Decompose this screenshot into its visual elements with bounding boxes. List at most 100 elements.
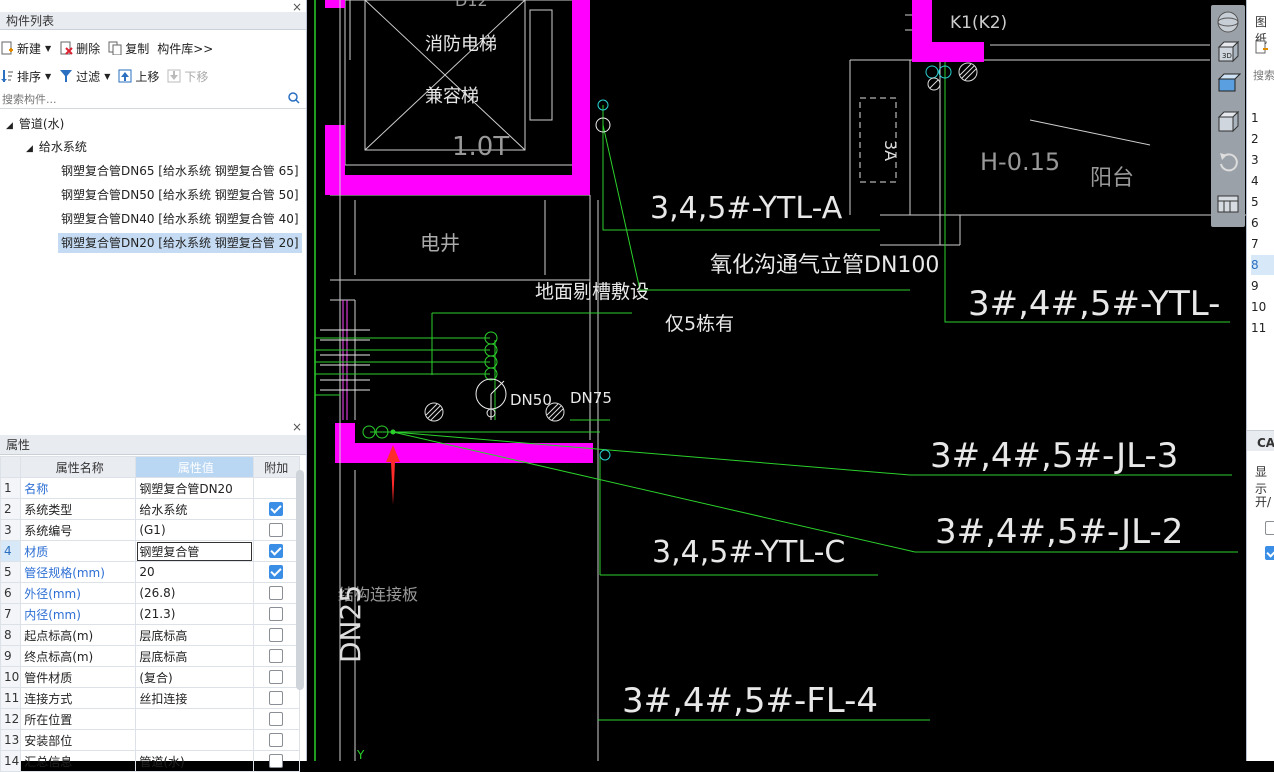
- property-value[interactable]: 层底标高: [135, 645, 254, 667]
- property-value[interactable]: [135, 708, 254, 730]
- add-drawing-icon[interactable]: [1255, 40, 1269, 57]
- extra-checkbox[interactable]: [269, 691, 284, 706]
- delete-button[interactable]: 删除: [59, 40, 100, 57]
- view-top-icon[interactable]: [1215, 71, 1242, 97]
- tree-expand-icon[interactable]: ◢: [26, 144, 33, 154]
- property-value[interactable]: (G1): [135, 519, 254, 541]
- search-icon[interactable]: [288, 91, 300, 108]
- extra-checkbox[interactable]: [269, 523, 284, 538]
- extra-checkbox[interactable]: [269, 502, 284, 517]
- table-row[interactable]: 12 所在位置: [0, 708, 300, 730]
- row-number: 5: [0, 561, 22, 583]
- new-button[interactable]: 新建 ▼: [0, 40, 51, 57]
- drawing-row[interactable]: 11: [1251, 318, 1274, 338]
- orbit-sphere-icon[interactable]: [1215, 9, 1241, 35]
- drawing-row[interactable]: 2: [1251, 129, 1274, 149]
- label-k1: K1(K2): [950, 13, 1007, 33]
- extra-cell: [252, 645, 300, 667]
- table-row[interactable]: 11 连接方式 丝扣连接: [0, 687, 300, 709]
- extra-checkbox[interactable]: [269, 586, 284, 601]
- property-value[interactable]: 层底标高: [135, 624, 254, 646]
- delete-label: 删除: [76, 41, 101, 56]
- property-value[interactable]: 20: [135, 561, 254, 583]
- extra-checkbox[interactable]: [269, 712, 284, 727]
- drawing-row[interactable]: 10: [1251, 297, 1274, 317]
- table-row[interactable]: 6 外径(mm) (26.8): [0, 582, 300, 604]
- layers-icon[interactable]: [1215, 191, 1241, 217]
- extra-cell: [252, 498, 300, 520]
- extra-checkbox[interactable]: [269, 754, 284, 769]
- extra-checkbox[interactable]: [269, 607, 284, 622]
- property-value[interactable]: 丝扣连接: [135, 687, 254, 709]
- checkbox[interactable]: [1265, 545, 1274, 560]
- tree-node-root[interactable]: ◢ 管道(水): [6, 114, 64, 134]
- row-number: 12: [0, 708, 22, 730]
- drawing-row[interactable]: 1: [1251, 108, 1274, 128]
- close-icon[interactable]: ×: [292, 0, 302, 14]
- drawing-row[interactable]: 4: [1251, 171, 1274, 191]
- copy-button[interactable]: 复制: [108, 40, 149, 57]
- component-toolbar-2: 排序 ▼ 过滤 ▼ 上移 下移: [0, 63, 216, 89]
- table-row[interactable]: 14 汇总信息 管道(水): [0, 750, 300, 772]
- close-icon[interactable]: ×: [292, 420, 302, 434]
- tree-item-selected[interactable]: 钢塑复合管DN20 [给水系统 钢塑复合管 20]: [58, 233, 302, 253]
- property-name: 终点标高(m): [20, 645, 137, 667]
- drawing-row[interactable]: 9: [1251, 276, 1274, 296]
- property-value[interactable]: 管道(水): [135, 750, 254, 772]
- drawing-row[interactable]: 5: [1251, 192, 1274, 212]
- drawing-row[interactable]: 6: [1251, 213, 1274, 233]
- extra-checkbox[interactable]: [269, 565, 284, 580]
- table-row[interactable]: 10 管件材质 (复合): [0, 666, 300, 688]
- label-box-3a: 3A: [881, 140, 900, 161]
- checkbox[interactable]: [1265, 520, 1274, 535]
- property-value[interactable]: 钢塑复合管: [135, 540, 254, 562]
- column-header-value[interactable]: 属性值: [135, 456, 254, 478]
- move-up-button[interactable]: 上移: [118, 68, 159, 85]
- extra-checkbox[interactable]: [269, 544, 284, 559]
- drawing-search-label[interactable]: 搜索: [1253, 67, 1274, 83]
- property-name: 汇总信息: [20, 750, 137, 772]
- extra-cell: [252, 750, 300, 772]
- tree-expand-icon[interactable]: ◢: [6, 121, 13, 131]
- label-balcony: 阳台: [1090, 166, 1134, 191]
- search-input[interactable]: [0, 90, 284, 109]
- table-row[interactable]: 7 内径(mm) (21.3): [0, 603, 300, 625]
- table-row[interactable]: 4 材质 钢塑复合管: [0, 540, 300, 562]
- table-row[interactable]: 5 管径规格(mm) 20: [0, 561, 300, 583]
- property-value[interactable]: (21.3): [135, 603, 254, 625]
- tree-item[interactable]: 钢塑复合管DN50 [给水系统 钢塑复合管 50]: [58, 185, 302, 205]
- library-button[interactable]: 构件库>>: [157, 40, 213, 57]
- table-row[interactable]: 3 系统编号 (G1): [0, 519, 300, 541]
- view-cube-icon[interactable]: [1215, 109, 1241, 135]
- property-value[interactable]: (26.8): [135, 582, 254, 604]
- delete-icon: [59, 41, 73, 55]
- table-row[interactable]: 2 系统类型 给水系统: [0, 498, 300, 520]
- extra-checkbox[interactable]: [269, 733, 284, 748]
- properties-scrollbar[interactable]: [296, 470, 304, 690]
- property-value[interactable]: (复合): [135, 666, 254, 688]
- tree-node-system[interactable]: ◢ 给水系统: [26, 137, 87, 157]
- move-down-button[interactable]: 下移: [167, 68, 208, 85]
- filter-button[interactable]: 过滤 ▼: [59, 68, 110, 85]
- property-value[interactable]: [135, 729, 254, 751]
- tree-item-label: 钢塑复合管DN40 [给水系统 钢塑复合管 40]: [61, 212, 299, 226]
- cad-panel-title: CA: [1257, 436, 1274, 450]
- property-value[interactable]: 钢塑复合管DN20: [135, 477, 254, 499]
- rotate-icon[interactable]: [1215, 149, 1241, 175]
- table-row[interactable]: 1 名称 钢塑复合管DN20: [0, 477, 300, 499]
- tree-item[interactable]: 钢塑复合管DN65 [给水系统 钢塑复合管 65]: [58, 161, 302, 181]
- table-row[interactable]: 13 安装部位: [0, 729, 300, 751]
- table-row[interactable]: 9 终点标高(m) 层底标高: [0, 645, 300, 667]
- property-value[interactable]: 给水系统: [135, 498, 254, 520]
- table-row[interactable]: 8 起点标高(m) 层底标高: [0, 624, 300, 646]
- drawing-row[interactable]: 7: [1251, 234, 1274, 254]
- extra-checkbox[interactable]: [269, 649, 284, 664]
- extra-checkbox[interactable]: [269, 670, 284, 685]
- view-3d-icon[interactable]: 3D: [1215, 39, 1241, 65]
- drawing-row[interactable]: 3: [1251, 150, 1274, 170]
- extra-checkbox[interactable]: [269, 628, 284, 643]
- sort-button[interactable]: 排序 ▼: [0, 68, 51, 85]
- tree-item[interactable]: 钢塑复合管DN40 [给水系统 钢塑复合管 40]: [58, 209, 302, 229]
- component-list-title: 构件列表: [6, 14, 55, 28]
- drawing-row[interactable]: 8: [1251, 255, 1274, 275]
